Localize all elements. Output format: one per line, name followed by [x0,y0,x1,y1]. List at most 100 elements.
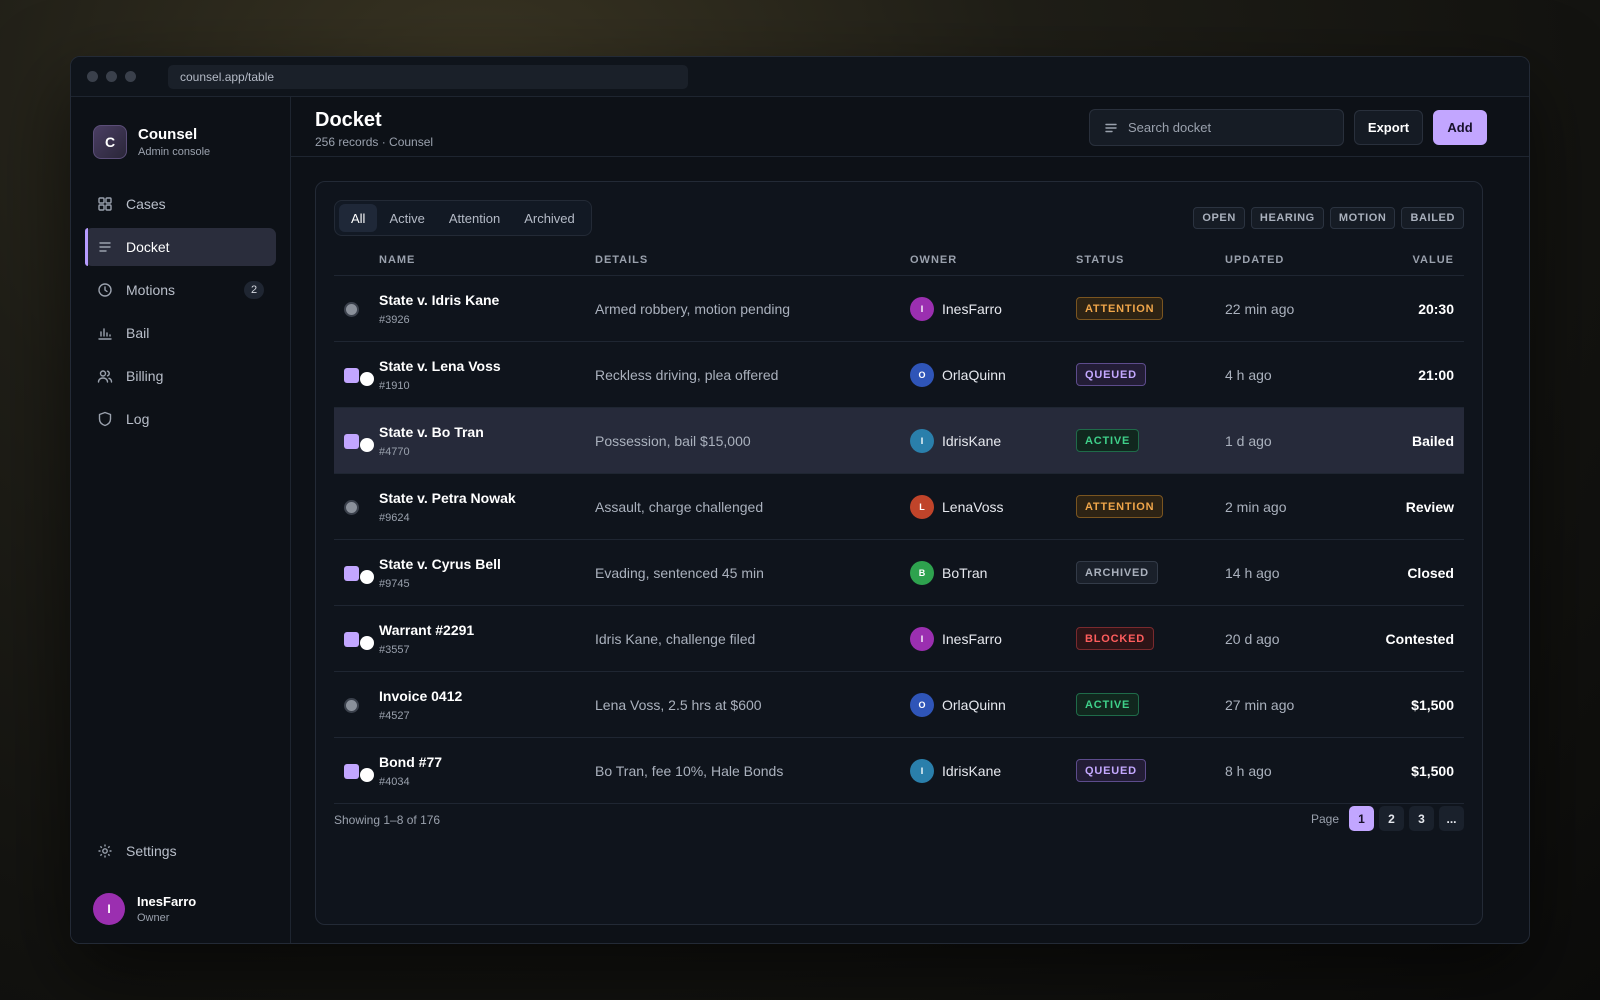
status-badge: QUEUED [1076,363,1146,386]
sidebar-item-docket[interactable]: Docket [85,228,276,266]
motions-count-badge: 2 [244,281,264,299]
row-select[interactable] [344,632,374,650]
search-placeholder: Search docket [1128,120,1212,135]
row-name[interactable]: State v. Lena Voss [379,358,501,374]
tab-active[interactable]: Active [377,204,436,232]
sidebar-item-log[interactable]: Log [85,400,276,438]
docket-table-card: All Active Attention Archived OPEN HEARI… [315,181,1483,925]
filter-lines-icon [1104,121,1118,135]
filter-chip-hearing[interactable]: HEARING [1250,207,1324,229]
status-badge: ATTENTION [1076,495,1164,518]
row-code: #9745 [379,578,410,590]
add-button[interactable]: Add [1433,110,1487,145]
row-value: 20:30 [1418,301,1454,317]
row-code: #1910 [379,380,410,392]
row-checkbox[interactable] [344,566,359,581]
column-header-details[interactable]: DETAILS [595,254,648,266]
brand-logo: C [93,125,127,159]
row-select[interactable] [344,698,370,714]
table-row[interactable]: State v. Bo Tran #4770 Possession, bail … [334,408,1464,474]
row-updated: 1 d ago [1225,433,1272,449]
row-select[interactable] [344,764,374,782]
row-name[interactable]: Bond #77 [379,754,442,770]
row-radio[interactable] [344,500,359,515]
column-header-name[interactable]: NAME [379,254,415,266]
row-status: ACTIVE [1076,693,1140,716]
row-status: ATTENTION [1076,495,1164,518]
page-button-3[interactable]: 3 [1409,806,1434,831]
row-owner: L LenaVoss [910,495,1004,519]
window-maximize-dot[interactable] [125,71,136,82]
row-select[interactable] [344,302,370,318]
sidebar-item-settings[interactable]: Settings [85,832,276,870]
page-button-1[interactable]: 1 [1349,806,1374,831]
page-header: Docket 256 records · Counsel Search dock… [291,97,1529,157]
column-header-owner[interactable]: OWNER [910,254,957,266]
pagination-summary: Showing 1–8 of 176 [334,813,441,827]
row-name[interactable]: Invoice 0412 [379,688,462,704]
row-checkbox[interactable] [344,368,359,383]
column-header-status[interactable]: STATUS [1076,254,1124,266]
row-select[interactable] [344,500,370,516]
table-row[interactable]: State v. Cyrus Bell #9745 Evading, sente… [334,540,1464,606]
row-value: Review [1405,499,1454,515]
sidebar-item-cases[interactable]: Cases [85,185,276,223]
column-header-value[interactable]: VALUE [1413,254,1454,266]
row-owner: I IdrisKane [910,429,1001,453]
owner-name: InesFarro [942,301,1002,317]
row-status: ATTENTION [1076,297,1164,320]
row-updated: 27 min ago [1225,697,1295,713]
row-updated: 22 min ago [1225,301,1295,317]
table-row[interactable]: State v. Petra Nowak #9624 Assault, char… [334,474,1464,540]
column-header-updated[interactable]: UPDATED [1225,254,1284,266]
row-select[interactable] [344,368,374,386]
row-name[interactable]: State v. Cyrus Bell [379,556,501,572]
app-window: counsel.app/table C Counsel Admin consol… [70,56,1530,944]
row-radio[interactable] [344,698,359,713]
row-name[interactable]: State v. Petra Nowak [379,490,516,506]
sidebar-item-bail[interactable]: Bail [85,314,276,352]
tab-all[interactable]: All [339,204,378,232]
window-close-dot[interactable] [87,71,98,82]
page-button-2[interactable]: 2 [1379,806,1404,831]
table-row[interactable]: Bond #77 #4034 Bo Tran, fee 10%, Hale Bo… [334,738,1464,804]
table-row[interactable]: State v. Lena Voss #1910 Reckless drivin… [334,342,1464,408]
tab-archived[interactable]: Archived [512,204,587,232]
row-name[interactable]: Warrant #2291 [379,622,474,638]
table-row[interactable]: State v. Idris Kane #3926 Armed robbery,… [334,276,1464,342]
row-select[interactable] [344,434,374,452]
filter-chip-motion[interactable]: MOTION [1329,207,1396,229]
row-name[interactable]: State v. Idris Kane [379,292,499,308]
row-select[interactable] [344,566,374,584]
table-row[interactable]: Invoice 0412 #4527 Lena Voss, 2.5 hrs at… [334,672,1464,738]
sidebar-item-billing[interactable]: Billing [85,357,276,395]
search-input[interactable]: Search docket [1089,109,1344,146]
row-updated: 4 h ago [1225,367,1272,383]
page-button-more[interactable]: ... [1439,806,1464,831]
current-user[interactable]: I InesFarro Owner [93,893,196,925]
grid-icon [97,196,113,212]
sidebar-item-label: Motions [126,282,176,298]
row-owner: I InesFarro [910,297,1002,321]
row-owner: I InesFarro [910,627,1002,651]
window-minimize-dot[interactable] [106,71,117,82]
row-checkbox[interactable] [344,632,359,647]
row-value: $1,500 [1411,763,1454,779]
filter-chip-open[interactable]: OPEN [1193,207,1245,229]
status-badge: ARCHIVED [1076,561,1158,584]
row-checkbox[interactable] [344,764,359,779]
filter-chip-bailed[interactable]: BAILED [1401,207,1464,229]
sidebar-item-motions[interactable]: Motions 2 [85,271,276,309]
row-details: Armed robbery, motion pending [595,301,791,317]
address-bar[interactable]: counsel.app/table [168,64,688,89]
row-name[interactable]: State v. Bo Tran [379,424,484,440]
table-row[interactable]: Warrant #2291 #3557 Idris Kane, challeng… [334,606,1464,672]
row-checkbox[interactable] [344,434,359,449]
pagination: Page 1 2 3 ... [1311,806,1464,831]
row-radio[interactable] [344,302,359,317]
row-value: Contested [1385,631,1454,647]
tab-attention[interactable]: Attention [437,204,512,232]
sidebar-nav: Cases Docket Motions 2 Bail Billing Log [71,185,290,438]
row-details: Reckless driving, plea offered [595,367,779,383]
export-button[interactable]: Export [1354,110,1423,145]
